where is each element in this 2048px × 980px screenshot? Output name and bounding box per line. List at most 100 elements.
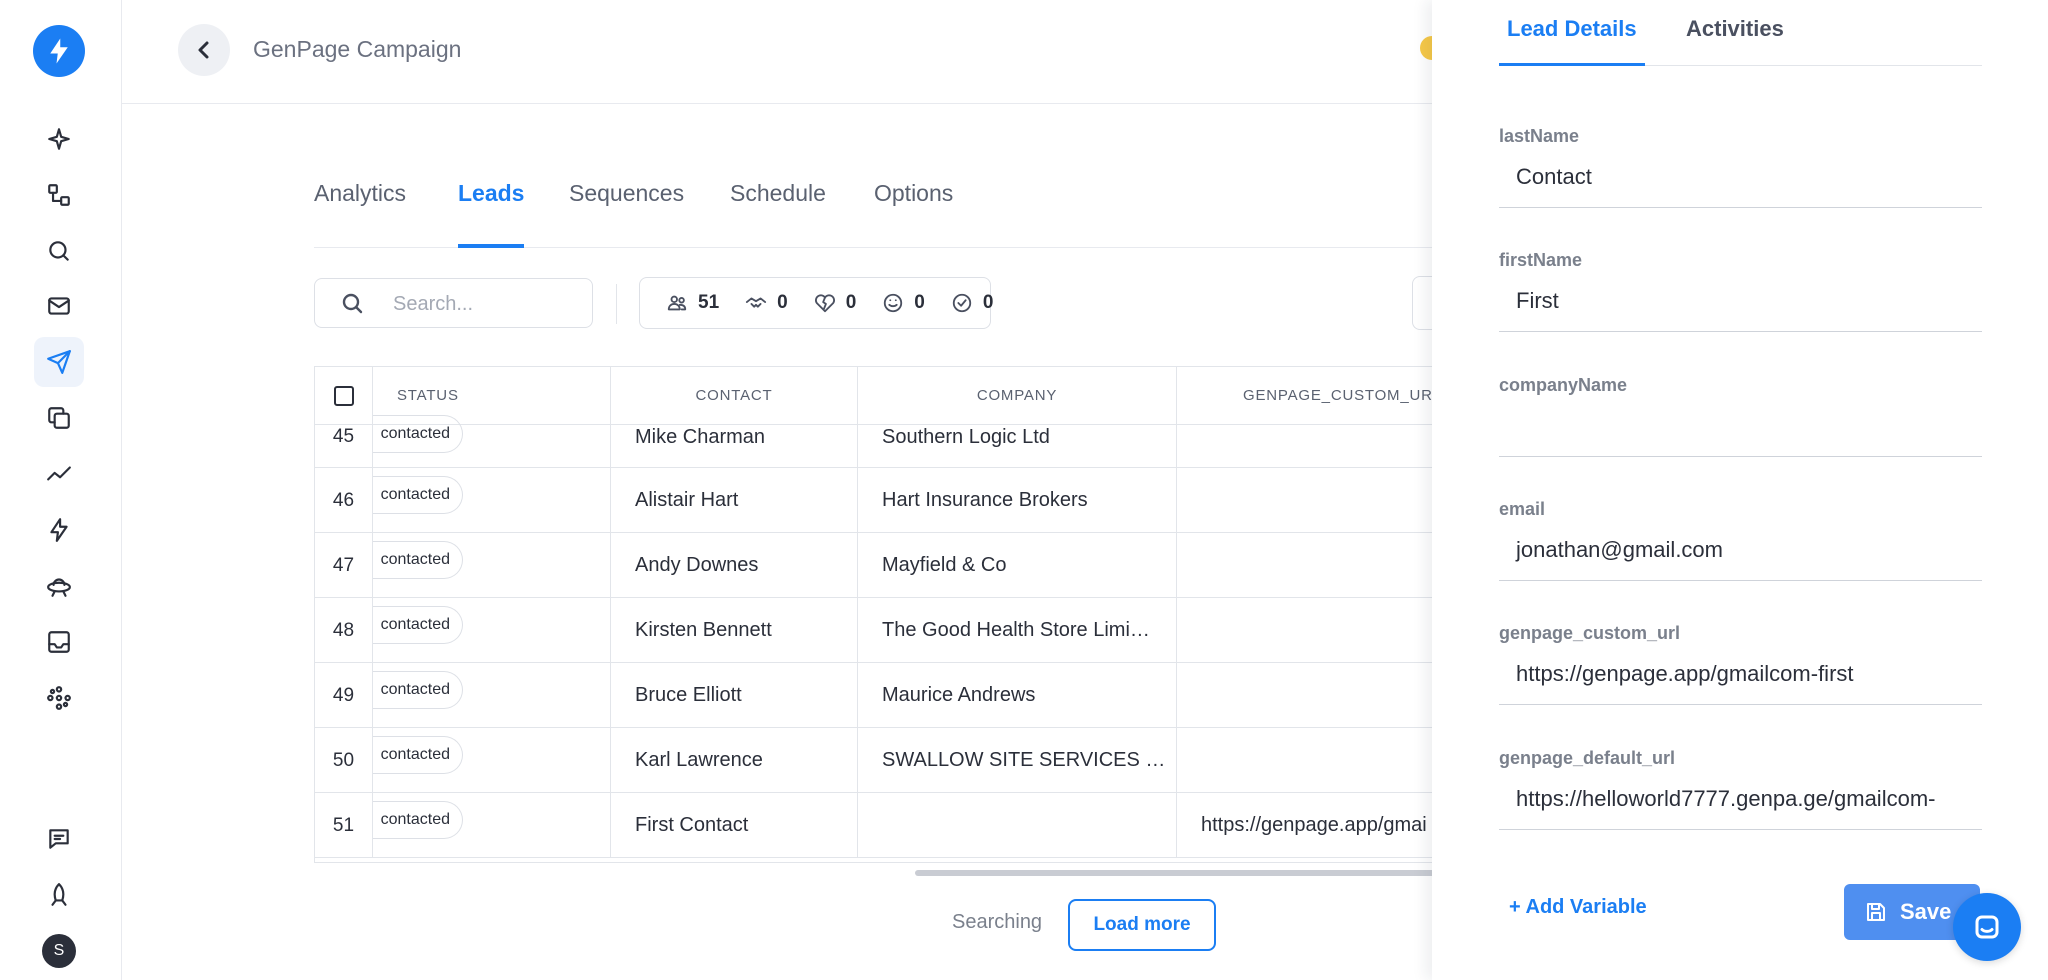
load-more-button[interactable]: Load more [1068, 899, 1216, 951]
field-value-input[interactable]: First [1499, 284, 1982, 332]
nav-inbox[interactable] [34, 617, 84, 667]
field-label: lastName [1499, 126, 1580, 146]
table-row[interactable]: 48 contacted Kirsten Bennett The Good He… [315, 598, 1433, 663]
url-cell [1177, 468, 1433, 533]
field-value-input[interactable] [1499, 409, 1982, 457]
status-cell: contacted [373, 533, 611, 598]
lead-search [314, 278, 593, 328]
stat-total-value: 51 [698, 292, 720, 313]
stat-unsubscribed: 0 [814, 292, 857, 314]
field-label: genpage_default_url [1499, 748, 1676, 768]
table-row[interactable]: 45 contacted Mike Charman Southern Logic… [315, 415, 1433, 468]
stat-unsubscribed-value: 0 [845, 292, 857, 313]
field-value-input[interactable]: https://genpage.app/gmailcom-first [1499, 657, 1982, 705]
contact-cell: Karl Lawrence [611, 728, 858, 793]
page-header: GenPage Campaign [122, 0, 1444, 104]
header-contact[interactable]: CONTACT [611, 367, 858, 425]
tab-schedule[interactable]: Schedule [730, 180, 826, 248]
status-cell: contacted [373, 663, 611, 728]
back-button[interactable] [178, 24, 230, 76]
trend-icon [47, 466, 71, 481]
nav-rail: S [0, 0, 122, 980]
status-badge: contacted [373, 415, 463, 453]
handshake-icon [746, 297, 767, 308]
tab-leads[interactable]: Leads [458, 180, 525, 248]
status-cell: contacted [373, 598, 611, 663]
nav-feedback[interactable] [34, 814, 84, 864]
searching-status: Searching [952, 911, 1043, 933]
status-badge: contacted [373, 476, 463, 514]
field-lastname: lastName Contact [1499, 126, 1982, 236]
status-cell: contacted [373, 728, 611, 793]
tab-sequences[interactable]: Sequences [569, 180, 684, 248]
stat-replied: 0 [882, 292, 925, 314]
stat-replied-value: 0 [914, 292, 925, 313]
chat-icon [1975, 915, 1999, 939]
nav-analytics[interactable] [34, 449, 84, 499]
nav-launch[interactable] [34, 870, 84, 920]
company-cell: Mayfield & Co [858, 533, 1177, 598]
stat-completed: 0 [951, 292, 994, 314]
select-all-checkbox[interactable] [334, 386, 354, 406]
chevron-left-icon [198, 41, 209, 59]
broken-heart-icon [814, 294, 835, 313]
tab-lead-details[interactable]: Lead Details [1499, 16, 1645, 66]
horizontal-scrollbar[interactable] [915, 870, 1435, 876]
nav-mail[interactable] [34, 281, 84, 331]
company-cell: SWALLOW SITE SERVICES … [858, 728, 1177, 793]
search-icon [49, 241, 69, 261]
table-row[interactable]: 50 contacted Karl Lawrence SWALLOW SITE … [315, 728, 1433, 793]
inbox-icon [48, 631, 70, 653]
contact-cell: First Contact [611, 793, 858, 858]
app-logo[interactable] [33, 25, 85, 77]
table-header: STATUS CONTACT COMPANY GENPAGE_CUSTOM_UR… [315, 367, 1433, 425]
lead-stats: 51 0 0 0 0 [639, 277, 994, 329]
status-badge: contacted [373, 541, 463, 579]
url-cell: https://genpage.app/gmai [1177, 793, 1433, 858]
company-cell: Southern Logic Ltd [858, 425, 1177, 468]
status-badge: contacted [373, 606, 463, 644]
sparkle-icon [48, 128, 70, 150]
campaign-tabs: Analytics Leads Sequences Schedule Optio… [314, 168, 1434, 248]
table-row[interactable]: 47 contacted Andy Downes Mayfield & Co [315, 533, 1433, 598]
field-value-input[interactable]: Contact [1499, 160, 1982, 208]
table-row[interactable]: 49 contacted Bruce Elliott Maurice Andre… [315, 663, 1433, 728]
contact-cell: Andy Downes [611, 533, 858, 598]
nav-ufo[interactable] [34, 561, 84, 611]
nav-integrations[interactable] [34, 673, 84, 723]
lightning-logo-icon [50, 38, 68, 64]
ufo-icon [47, 578, 71, 597]
header-custom-url[interactable]: GENPAGE_CUSTOM_URL [1177, 367, 1433, 425]
tab-analytics[interactable]: Analytics [314, 180, 406, 248]
add-variable-button[interactable]: + Add Variable [1509, 896, 1647, 919]
table-row[interactable]: 51 contacted First Contact https://genpa… [315, 793, 1433, 858]
row-number: 51 [315, 793, 373, 858]
header-company[interactable]: COMPANY [858, 367, 1177, 425]
status-cell: contacted [373, 415, 611, 468]
search-input[interactable] [393, 289, 583, 319]
nav-automation[interactable] [34, 505, 84, 555]
stat-completed-value: 0 [982, 292, 994, 313]
nav-campaigns[interactable] [34, 337, 84, 387]
company-cell [858, 793, 1177, 858]
workflow-icon [48, 184, 70, 206]
nav-copy[interactable] [34, 393, 84, 443]
status-cell: contacted [373, 793, 611, 858]
url-cell [1177, 728, 1433, 793]
user-avatar[interactable]: S [42, 934, 76, 968]
field-value-input[interactable]: jonathan@gmail.com [1499, 533, 1982, 581]
nav-workflow[interactable] [34, 170, 84, 220]
company-cell: Maurice Andrews [858, 663, 1177, 728]
field-label: genpage_custom_url [1499, 623, 1681, 643]
tab-activities[interactable]: Activities [1686, 16, 1784, 66]
send-icon [47, 350, 71, 374]
tab-options[interactable]: Options [874, 180, 953, 248]
status-cell: contacted [373, 468, 611, 533]
nav-sparkle[interactable] [34, 114, 84, 164]
nav-search[interactable] [34, 226, 84, 276]
check-circle-icon [952, 293, 972, 313]
table-row[interactable]: 46 contacted Alistair Hart Hart Insuranc… [315, 468, 1433, 533]
chat-launcher[interactable] [1953, 893, 2021, 961]
field-firstname: firstName First [1499, 250, 1982, 360]
field-value-input[interactable]: https://helloworld7777.genpa.ge/gmailcom… [1499, 782, 1982, 830]
